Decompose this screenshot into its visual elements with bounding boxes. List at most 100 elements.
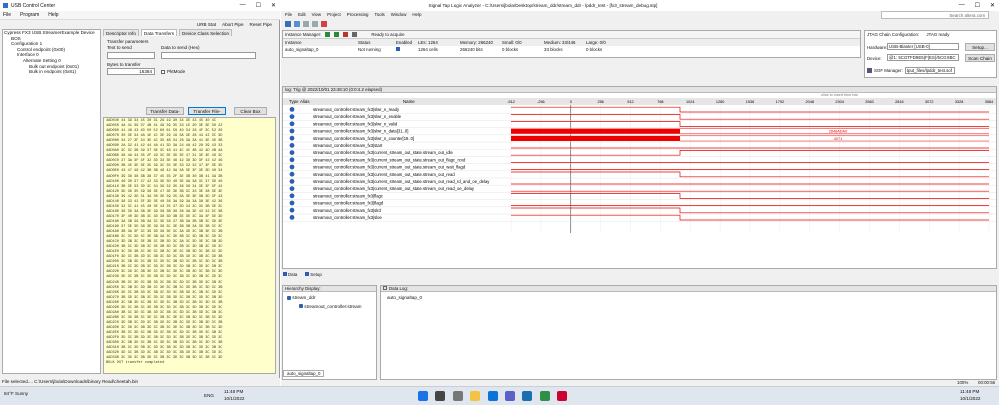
usb-window-controls[interactable]: — ☐ ✕	[240, 2, 276, 9]
instance-name[interactable]: auto_signaltap_0	[283, 46, 358, 53]
search-icon[interactable]	[435, 391, 446, 401]
hier-item-child[interactable]: streamout_controller:stream	[283, 304, 376, 310]
signal-row[interactable]: streamout_controller:stream_fx3|flagd	[283, 200, 996, 208]
tab-setup[interactable]: Setup	[305, 272, 322, 277]
maximize-icon[interactable]: ☐	[975, 2, 980, 9]
signal-row[interactable]: streamout_controller:stream_fx3|slwr_n_v…	[283, 121, 996, 128]
minimize-icon[interactable]: —	[959, 2, 965, 9]
signal-row[interactable]: streamout_controller:stream_fx3|flagc	[283, 193, 996, 200]
minimize-icon[interactable]: —	[240, 2, 246, 9]
save-icon[interactable]	[294, 20, 300, 27]
weather-widget[interactable]: 84°F Sunny	[4, 391, 28, 396]
hier-root-label: stream_ddr	[292, 295, 316, 300]
undo-icon[interactable]	[303, 20, 309, 27]
left-clock-time[interactable]: 11:48 PM	[224, 389, 243, 394]
read-data-icon[interactable]	[352, 32, 358, 37]
clock-time[interactable]: 11:48 PM	[960, 389, 979, 394]
tab-data-transfers[interactable]: Data Transfers	[140, 29, 178, 36]
stp-menu-file[interactable]: File	[285, 12, 292, 17]
signal-row[interactable]: streamout_controller:stream_fx3|slwr_n_d…	[283, 128, 996, 135]
data-log-item[interactable]: auto_signaltap_0	[381, 295, 996, 301]
stp-menu-window[interactable]: Window	[391, 12, 407, 17]
sof-file-input[interactable]: tput_files/lpddr_test.sof	[904, 67, 955, 74]
quartus-icon[interactable]	[522, 391, 533, 401]
menu-help[interactable]: Help	[48, 12, 58, 18]
hier-item-root[interactable]: stream_ddr	[283, 295, 376, 301]
signal-row[interactable]: streamout_controller:stream_fx3|current_…	[283, 150, 996, 157]
edge-icon[interactable]	[487, 391, 498, 401]
checkbox-checked-icon[interactable]	[396, 47, 400, 51]
signal-row[interactable]: streamout_controller:stream_fx3|sloe	[283, 214, 996, 222]
store-icon[interactable]	[504, 391, 515, 401]
signal-row[interactable]: streamout_controller:stream_fx3|current_…	[283, 157, 996, 164]
search-altera-input[interactable]: Search altera.com	[881, 11, 989, 19]
setup-button[interactable]: Setup...	[965, 43, 995, 51]
tree-item-bulk-in[interactable]: Bulk in endpoint (0x81)	[3, 69, 100, 75]
tab-descriptor-info[interactable]: Descriptor Info	[103, 29, 139, 36]
waveform-svg[interactable]: Type Alias Name -512 -256 0 256 512 768 1024 12…	[283, 98, 996, 268]
signal-row[interactable]: streamout_controller:stream_fx3|current_…	[283, 171, 996, 179]
stp-menu-edit[interactable]: Edit	[298, 12, 306, 17]
data-log-checkbox[interactable]	[383, 286, 387, 290]
hardware-select[interactable]: USB-Blaster [USB-0]	[887, 43, 959, 50]
task-view-icon[interactable]	[452, 391, 463, 401]
transfer-file-out-button[interactable]: Transfer File-OUT	[188, 107, 226, 121]
data-to-send-input[interactable]	[161, 52, 256, 59]
language-indicator[interactable]: ENG	[204, 393, 214, 398]
reset-pipe-button[interactable]: Reset Pipe	[250, 22, 272, 27]
device-tree[interactable]: Cypress FX3 USB StreamerExample Device B…	[2, 29, 101, 374]
signal-row[interactable]: streamout_controller:stream_fx3|slwr_n_c…	[283, 135, 996, 143]
maximize-icon[interactable]: ☐	[256, 2, 261, 9]
urb-stat-button[interactable]: URB Stat	[197, 22, 216, 27]
clear-box-button[interactable]: Clear Box	[234, 107, 267, 115]
menu-program[interactable]: Program	[20, 12, 39, 18]
close-icon[interactable]: ✕	[990, 2, 995, 9]
stop-analysis-icon[interactable]	[343, 32, 349, 37]
stp-menu-help[interactable]: Help	[412, 12, 421, 17]
instance-enabled-checkbox[interactable]	[396, 46, 418, 53]
stp-menu-project[interactable]: Project	[327, 12, 341, 17]
text-to-send-input[interactable]	[107, 52, 155, 59]
sof-icon[interactable]	[867, 68, 872, 73]
tab-device-class-selection[interactable]: Device Class Selection	[179, 29, 232, 36]
left-clock-date[interactable]: 10/1/2022	[224, 396, 244, 401]
signal-row[interactable]: streamout_controller:stream_fx3|start	[283, 143, 996, 150]
instance-tab[interactable]: auto_signaltap_0	[283, 370, 325, 377]
start-icon[interactable]	[418, 391, 428, 401]
pktmode-checkbox[interactable]: PktMode	[161, 69, 185, 74]
usb-control-icon[interactable]	[539, 391, 550, 401]
signal-row[interactable]: streamout_controller:stream_fx3|current_…	[283, 179, 996, 186]
stp-menu-tools[interactable]: Tools	[375, 12, 385, 17]
close-icon[interactable]: ✕	[271, 2, 276, 9]
stop-icon[interactable]	[321, 20, 327, 27]
time-tick-label: 768	[657, 100, 663, 104]
stp-window-controls[interactable]: — ☐ ✕	[959, 2, 995, 9]
new-icon[interactable]	[285, 20, 291, 27]
signal-row[interactable]: streamout_controller:stream_fx3|current_…	[283, 186, 996, 193]
transfer-data-out-button[interactable]: Transfer Data-OUT	[146, 107, 184, 121]
text-to-send-label: Text to send	[107, 45, 132, 50]
stp-menu-view[interactable]: View	[312, 12, 321, 17]
signal-row[interactable]: streamout_controller:stream_fx3|current_…	[283, 164, 996, 172]
signal-row[interactable]: streamout_controller:stream_fx3|slrd	[283, 207, 996, 215]
clock-date[interactable]: 10/1/2022	[960, 396, 980, 401]
scan-chain-button[interactable]: Scan Chain	[965, 54, 995, 62]
app-icon-red[interactable]	[557, 391, 568, 401]
tab-data[interactable]: Data	[283, 272, 297, 277]
signaltap-window: Signal Tap Logic Analyzer - C:/Users/jbo…	[281, 0, 999, 386]
bytes-to-transfer-input[interactable]: 16384	[107, 68, 155, 75]
file-explorer-icon[interactable]	[470, 391, 481, 401]
menu-file[interactable]: File	[3, 12, 11, 18]
output-log[interactable]: 4AD040 44 39 34 45 30 31 29 19 30 34 3E …	[103, 117, 276, 374]
abort-pipe-button[interactable]: Abort Pipe	[222, 22, 243, 27]
redo-icon[interactable]	[312, 20, 318, 27]
stp-menu-processing[interactable]: Processing	[347, 12, 369, 17]
device-select[interactable]: @1: 5CGTFD9E5(F|ES)/5CGXBC	[887, 54, 959, 61]
run-icon[interactable]	[325, 32, 331, 37]
signal-row[interactable]: streamout_controller:stream_fx3|slwr_n_r…	[283, 106, 996, 114]
signal-row[interactable]: streamout_controller:stream_fx3|slwr_n_e…	[283, 114, 996, 121]
checkbox-box[interactable]	[161, 69, 165, 74]
autorun-icon[interactable]	[334, 32, 340, 37]
col-memory: Memory: 266240	[460, 40, 493, 45]
instance-row[interactable]: auto_signaltap_0 Not running 1264 cells …	[283, 46, 860, 53]
